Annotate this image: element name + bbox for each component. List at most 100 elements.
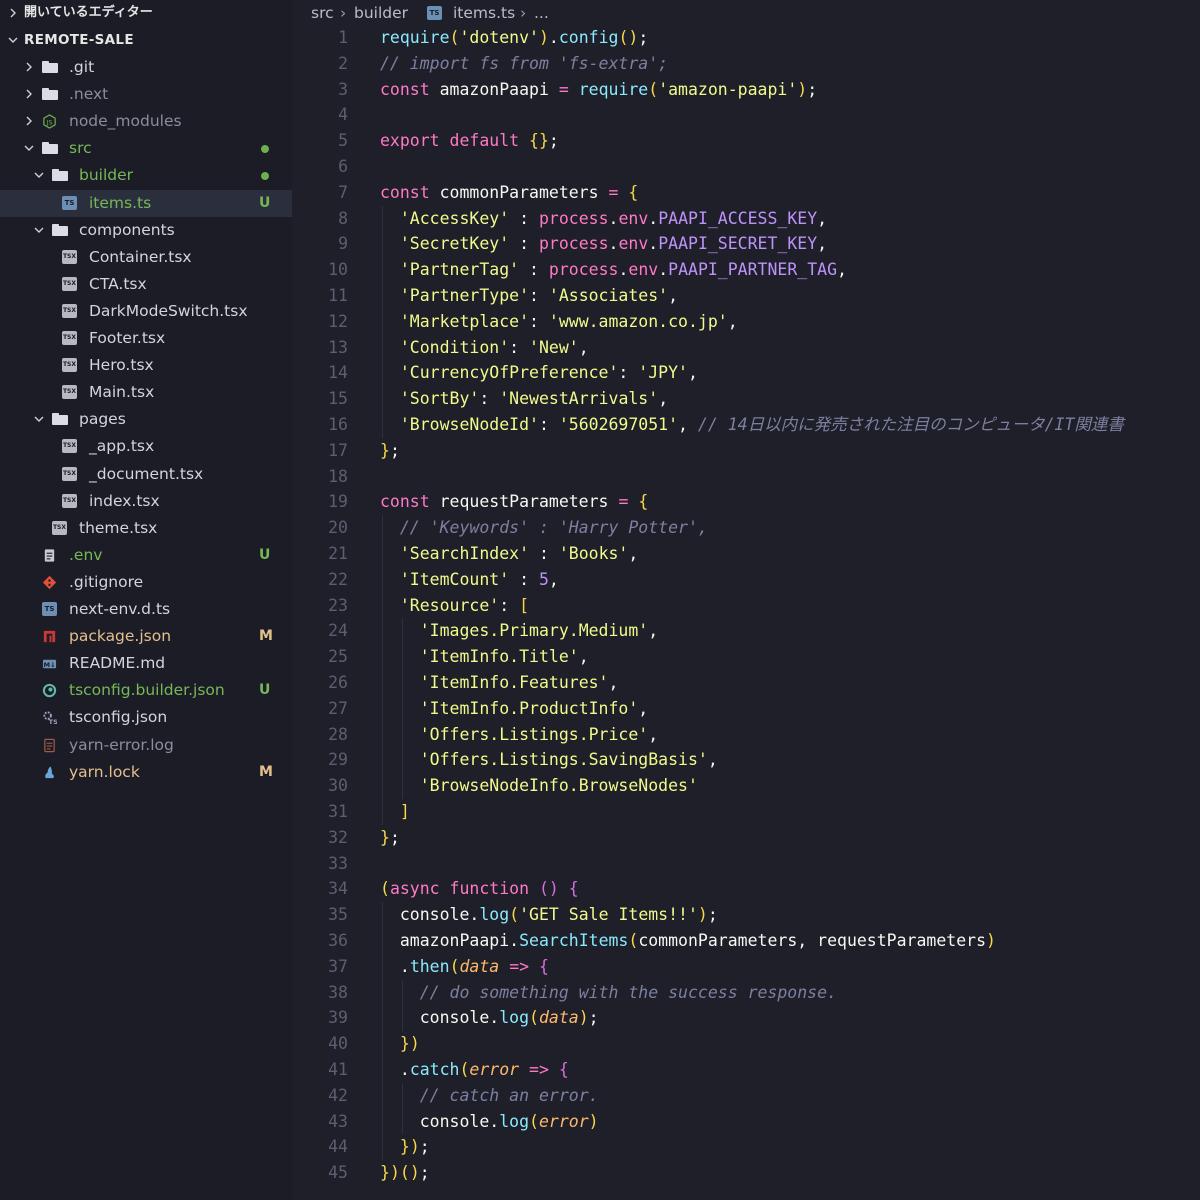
tree-item-package-json[interactable]: package.json M — [0, 623, 292, 650]
chevron-down-icon[interactable] — [22, 141, 36, 155]
code-line[interactable]: 'ItemInfo.Title', — [380, 644, 589, 670]
tree-item-darkmodeswitch-tsx[interactable]: TSX DarkModeSwitch.tsx — [0, 298, 292, 325]
line-number: 15 — [328, 389, 348, 409]
open-editors-header[interactable]: 開いているエディター — [0, 0, 292, 26]
tree-item-label: .git — [69, 58, 95, 76]
tree-item-git[interactable]: .git — [0, 54, 292, 81]
chevron-down-icon[interactable] — [32, 223, 46, 237]
breadcrumb-src[interactable]: src — [311, 0, 334, 27]
line-number: 4 — [338, 105, 348, 125]
code-line[interactable]: 'ItemInfo.Features', — [380, 670, 619, 696]
tree-item-items-ts[interactable]: TS items.ts U — [0, 189, 292, 217]
line-number: 29 — [328, 750, 348, 770]
code-line[interactable]: 'Offers.Listings.SavingBasis', — [380, 747, 718, 773]
npm-icon — [43, 630, 56, 643]
code-line[interactable]: }; — [380, 438, 400, 464]
tree-item-node-modules[interactable]: JS node_modules — [0, 108, 292, 135]
line-number: 42 — [328, 1085, 348, 1105]
tree-item-container-tsx[interactable]: TSX Container.tsx — [0, 244, 292, 271]
tree-item-yarn-error-log[interactable]: yarn-error.log — [0, 732, 292, 759]
code-line[interactable]: console.log('GET Sale Items!!'); — [380, 902, 718, 928]
code-line[interactable]: amazonPaapi.SearchItems(commonParameters… — [380, 928, 996, 954]
code-line[interactable]: 'CurrencyOfPreference': 'JPY', — [380, 360, 698, 386]
tree-item-index-tsx[interactable]: TSX index.tsx — [0, 488, 292, 515]
code-line[interactable]: 'BrowseNodeInfo.BrowseNodes' — [380, 773, 698, 799]
tsx-file-icon: TSX — [62, 276, 77, 291]
code-line[interactable]: // do something with the success respons… — [380, 980, 837, 1006]
code-line[interactable]: 'ItemCount' : 5, — [380, 567, 559, 593]
tree-item-env[interactable]: .env U — [0, 542, 292, 569]
code-line[interactable]: 'Images.Primary.Medium', — [380, 618, 658, 644]
code-line[interactable]: 'ItemInfo.ProductInfo', — [380, 696, 648, 722]
code-line[interactable]: const amazonPaapi = require('amazon-paap… — [380, 77, 817, 103]
code-line[interactable]: .catch(error => { — [380, 1057, 569, 1083]
tree-item-builder[interactable]: builder — [0, 162, 292, 189]
tree-item-document-tsx[interactable]: TSX _document.tsx — [0, 461, 292, 488]
breadcrumb-builder[interactable]: builder — [354, 0, 408, 27]
code-line[interactable]: ] — [380, 799, 410, 825]
code-line[interactable]: 'SortBy': 'NewestArrivals', — [380, 386, 668, 412]
code-line[interactable]: 'SecretKey' : process.env.PAAPI_SECRET_K… — [380, 231, 827, 257]
chevron-right-icon[interactable] — [22, 87, 36, 101]
code-line[interactable]: 'BrowseNodeId': '5602697051', // 14日以内に発… — [380, 412, 1124, 438]
code-line[interactable]: require('dotenv').config(); — [380, 27, 648, 51]
code-line[interactable]: }; — [380, 825, 400, 851]
code-line[interactable]: 'PartnerType': 'Associates', — [380, 283, 678, 309]
chevron-down-icon[interactable] — [32, 168, 46, 182]
line-number: 21 — [328, 544, 348, 563]
tree-item-tsconfig-builder-json[interactable]: tsconfig.builder.json U — [0, 677, 292, 704]
code-line[interactable]: export default {}; — [380, 128, 559, 154]
breadcrumb-symbols[interactable]: ... — [534, 0, 549, 27]
code-line[interactable]: const commonParameters = { — [380, 180, 638, 206]
chevron-right-icon[interactable] — [22, 114, 36, 128]
tree-item-next[interactable]: .next — [0, 81, 292, 108]
folder-icon — [42, 88, 58, 101]
code-line[interactable]: 'AccessKey' : process.env.PAAPI_ACCESS_K… — [380, 206, 827, 232]
code-line[interactable]: // catch an error. — [380, 1083, 599, 1109]
code-line[interactable]: 'Condition': 'New', — [380, 335, 589, 361]
code-line[interactable]: }); — [380, 1134, 430, 1160]
tsx-file-icon: TSX — [52, 520, 67, 535]
code-line[interactable]: }) — [380, 1031, 420, 1057]
tree-item-gitignore[interactable]: .gitignore — [0, 569, 292, 596]
tree-item-label: src — [69, 139, 92, 158]
tree-item-pages[interactable]: pages — [0, 406, 292, 433]
line-number: 3 — [338, 79, 348, 99]
chevron-down-icon[interactable] — [32, 412, 46, 426]
code-line[interactable]: 'SearchIndex' : 'Books', — [380, 541, 638, 567]
code-line[interactable]: (async function () { — [380, 876, 579, 902]
tree-item-tsconfig-json[interactable]: TS tsconfig.json — [0, 704, 292, 731]
chevron-right-icon[interactable] — [22, 60, 36, 74]
tree-item-cta-tsx[interactable]: TSX CTA.tsx — [0, 271, 292, 298]
tree-item-components[interactable]: components — [0, 217, 292, 244]
line-number: 40 — [328, 1034, 348, 1054]
modified-dot-icon — [261, 145, 269, 154]
workspace-header[interactable]: REMOTE-SALE — [0, 27, 292, 53]
code-line[interactable]: // 'Keywords' : 'Harry Potter', — [380, 515, 708, 541]
tree-item-app-tsx[interactable]: TSX _app.tsx — [0, 433, 292, 460]
code-line[interactable]: 'Resource': [ — [380, 593, 529, 619]
line-number: 33 — [328, 853, 348, 873]
code-line[interactable]: })(); — [380, 1160, 430, 1186]
tree-item-footer-tsx[interactable]: TSX Footer.tsx — [0, 325, 292, 352]
tree-item-theme-tsx[interactable]: TSX theme.tsx — [0, 515, 292, 542]
line-number: 34 — [328, 879, 348, 899]
code-editor[interactable]: 1 require('dotenv').config(); 2 // import f… — [292, 27, 1200, 1200]
code-line[interactable]: 'PartnerTag' : process.env.PAAPI_PARTNER… — [380, 257, 847, 283]
tree-item-readme-md[interactable]: M↓ README.md — [0, 650, 292, 677]
breadcrumb-file[interactable]: items.ts — [453, 0, 515, 27]
tree-item-hero-tsx[interactable]: TSX Hero.tsx — [0, 352, 292, 379]
tree-item-main-tsx[interactable]: TSX Main.tsx — [0, 379, 292, 406]
modified-dot-icon — [261, 172, 269, 181]
code-line[interactable]: // import fs from 'fs-extra'; — [380, 51, 668, 77]
code-line[interactable]: const requestParameters = { — [380, 489, 648, 515]
tree-item-src[interactable]: src — [0, 135, 292, 162]
code-line[interactable]: console.log(error) — [380, 1109, 599, 1135]
tree-item-next-env-d-ts[interactable]: TS next-env.d.ts — [0, 596, 292, 623]
tree-item-label: CTA.tsx — [89, 274, 147, 293]
code-line[interactable]: console.log(data); — [380, 1005, 599, 1031]
code-line[interactable]: 'Marketplace': 'www.amazon.co.jp', — [380, 309, 738, 335]
code-line[interactable]: .then(data => { — [380, 954, 549, 980]
tree-item-yarn-lock[interactable]: yarn.lock M — [0, 759, 292, 786]
code-line[interactable]: 'Offers.Listings.Price', — [380, 722, 658, 748]
